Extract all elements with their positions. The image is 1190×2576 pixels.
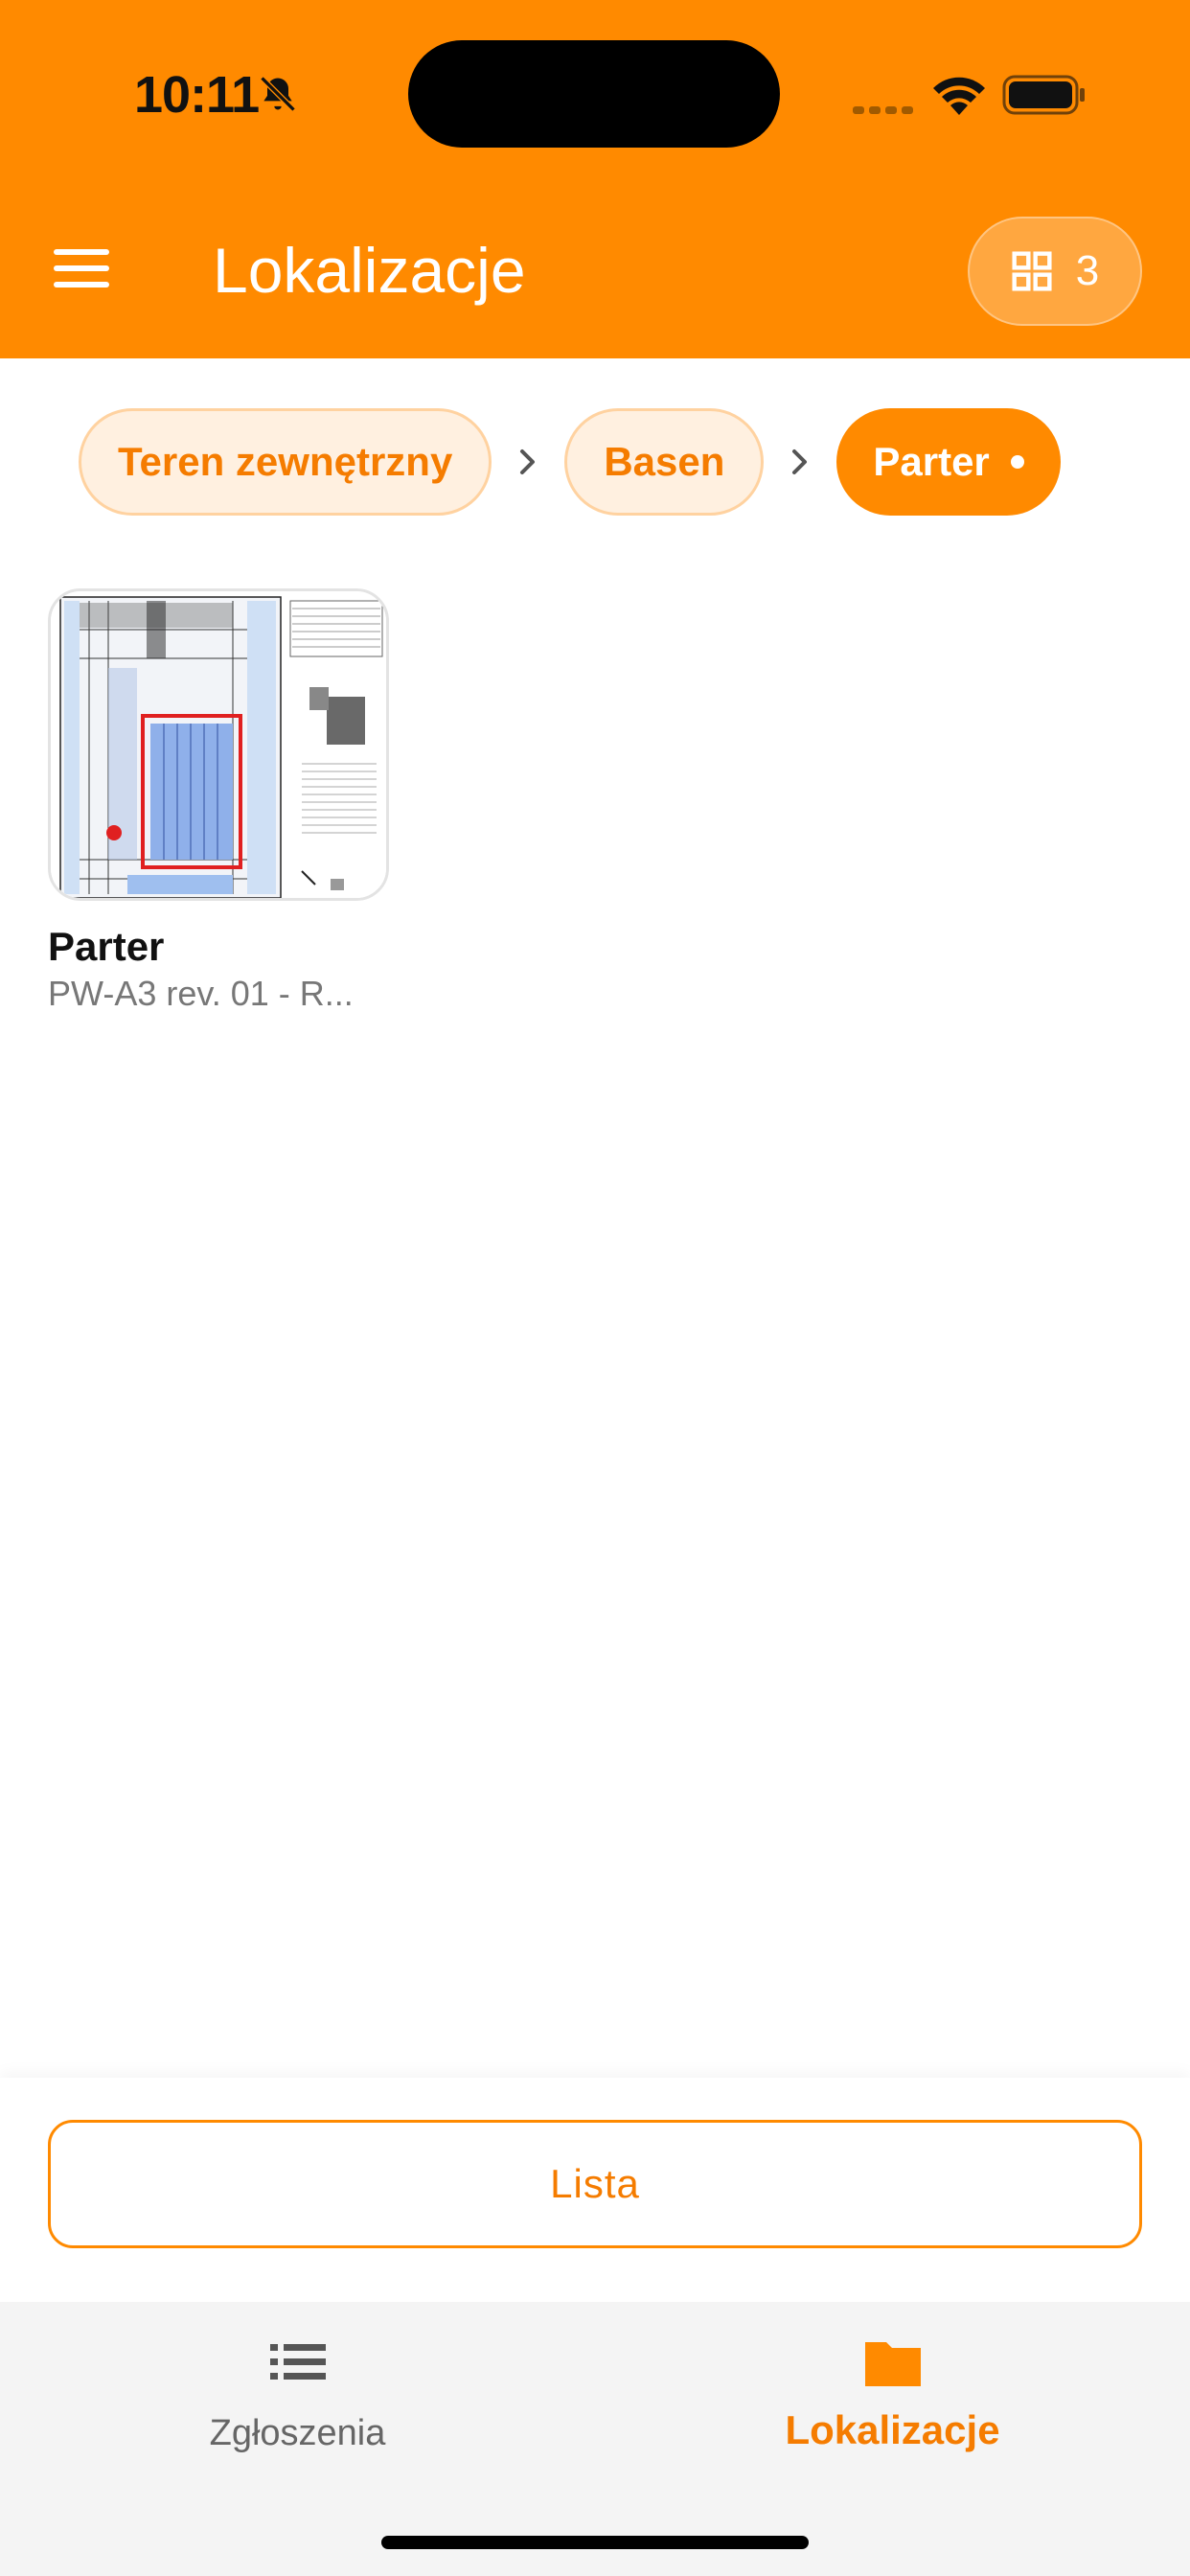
cellular-signal-icon [853, 106, 913, 114]
breadcrumb-parter[interactable]: Parter [836, 408, 1061, 516]
dynamic-island [408, 40, 780, 148]
breadcrumb-label: Teren zewnętrzny [118, 439, 453, 484]
grid-view-button[interactable]: 3 [968, 217, 1142, 326]
breadcrumb-basen[interactable]: Basen [564, 408, 765, 516]
folder-icon [864, 2342, 921, 2386]
plan-subtitle: PW-A3 rev. 01 - R... [48, 974, 354, 1013]
silent-bell-icon [260, 76, 296, 112]
app-header: 10:11 Lokalizacje 3 [0, 0, 1190, 358]
breadcrumb-teren-zewnetrzny[interactable]: Teren zewnętrzny [79, 408, 492, 516]
page-title: Lokalizacje [213, 235, 526, 306]
lista-button[interactable]: Lista [48, 2120, 1142, 2248]
status-time: 10:11 [134, 66, 260, 124]
tab-label: Lokalizacje [785, 2407, 1000, 2452]
chevron-right-icon [792, 449, 808, 474]
chevron-right-icon [520, 449, 536, 474]
breadcrumb: Teren zewnętrzny Basen Parter [79, 406, 1061, 518]
plan-thumbnail [48, 588, 389, 901]
battery-icon [1002, 75, 1085, 115]
grid-count: 3 [1075, 247, 1100, 294]
hamburger-menu-icon[interactable] [54, 247, 111, 289]
floor-plan-image [51, 591, 386, 898]
active-dot [1010, 455, 1024, 469]
breadcrumb-label: Parter [873, 439, 990, 484]
home-indicator [381, 2536, 809, 2549]
plan-title: Parter [48, 924, 165, 969]
list-icon [269, 2344, 326, 2380]
plan-card[interactable]: Parter PW-A3 rev. 01 - R... [48, 588, 389, 1014]
wifi-icon [933, 77, 985, 115]
tab-lokalizacje[interactable]: Lokalizacje [595, 2336, 1190, 2453]
tab-label: Zgłoszenia [209, 2413, 386, 2453]
grid-icon [1012, 251, 1052, 291]
tab-zgloszenia[interactable]: Zgłoszenia [0, 2336, 595, 2454]
breadcrumb-label: Basen [604, 439, 725, 484]
bottom-action-area: Lista [0, 2078, 1190, 2302]
